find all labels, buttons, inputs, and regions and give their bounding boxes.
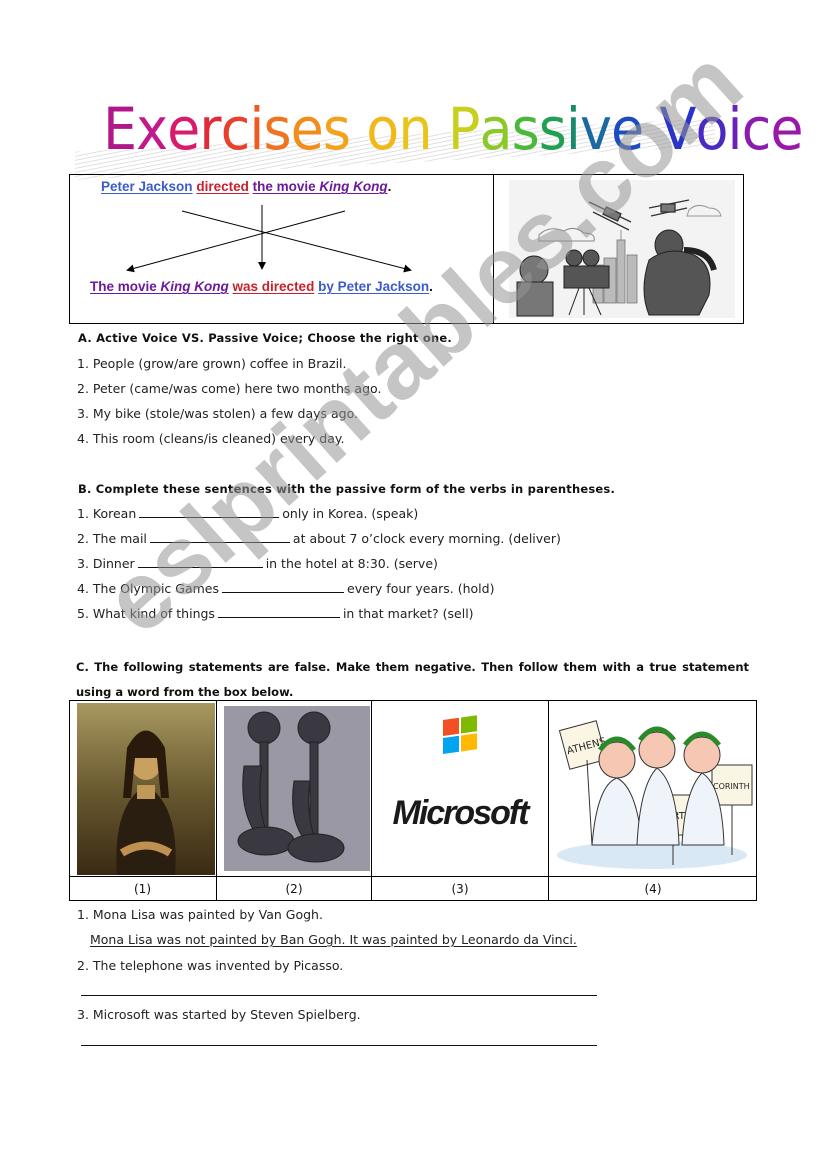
- title-letter: x: [136, 95, 168, 163]
- answer-blank[interactable]: [222, 581, 344, 593]
- answer-blank[interactable]: [217, 606, 340, 618]
- title-letter: E: [103, 95, 137, 163]
- microsoft-logo-image: Microsoft: [373, 702, 547, 874]
- table-divider: [371, 700, 372, 901]
- active-verb: directed: [196, 179, 249, 194]
- section-c-statement: 3. Microsoft was started by Steven Spiel…: [77, 1007, 361, 1022]
- title-letter: [643, 89, 659, 169]
- active-sentence: Peter Jackson directed the movie King Ko…: [101, 179, 391, 194]
- title-text: Exercises on Passive Voice: [103, 89, 804, 169]
- arrow-left: [126, 210, 346, 273]
- table-divider: [548, 700, 549, 901]
- title-letter: i: [727, 95, 743, 163]
- answer-line[interactable]: [81, 995, 597, 996]
- mona-lisa-image: [77, 703, 215, 875]
- section-b-item: 4. The Olympic Games every four years. (h…: [77, 581, 494, 596]
- section-c-example-answer: Mona Lisa was not painted by Ban Gogh. I…: [90, 932, 577, 947]
- title-letter: s: [511, 95, 540, 163]
- section-a-item: 2. Peter (came/was come) here two months…: [77, 381, 382, 396]
- picture-caption: (4): [644, 882, 662, 896]
- item-suffix: in the hotel at 8:30. (serve): [265, 556, 438, 571]
- item-suffix: only in Korea. (speak): [282, 506, 419, 521]
- answer-line[interactable]: [81, 1045, 597, 1046]
- active-subject: Peter Jackson: [101, 179, 193, 194]
- title-letter: n: [398, 95, 432, 163]
- section-c-statement: 2. The telephone was invented by Picasso…: [77, 958, 344, 973]
- item-prefix: 3. Dinner: [77, 556, 135, 571]
- section-b-heading: B. Complete these sentences with the pas…: [78, 482, 616, 496]
- section-a-heading: A. Active Voice VS. Passive Voice; Choos…: [78, 331, 452, 345]
- answer-blank[interactable]: [149, 531, 290, 543]
- title-letter: c: [741, 95, 772, 163]
- title-letter: s: [322, 95, 351, 163]
- active-object-title: King Kong: [319, 179, 388, 194]
- item-suffix: every four years. (hold): [347, 581, 495, 596]
- title-letter: a: [479, 95, 512, 163]
- title-letter: s: [263, 95, 291, 163]
- title-letter: i: [249, 95, 264, 163]
- section-b-item: 2. The mail at about 7 o’clock every morn…: [77, 531, 561, 546]
- item-prefix: 4. The Olympic Games: [77, 581, 219, 596]
- table-divider: [216, 700, 217, 901]
- section-a-item: 4. This room (cleans/is cleaned) every d…: [77, 431, 345, 446]
- example-divider: [493, 174, 494, 324]
- title-letter: P: [447, 95, 481, 163]
- picture-caption: (2): [285, 882, 303, 896]
- active-object: the movie King Kong: [253, 179, 388, 194]
- title-letter: e: [770, 95, 803, 163]
- title-letter: e: [610, 95, 644, 163]
- transformation-arrows: [126, 205, 412, 273]
- title-letter: [350, 89, 366, 169]
- title-letter: V: [659, 95, 696, 163]
- arrow-right: [181, 210, 412, 273]
- active-object-prefix: the movie: [252, 179, 320, 194]
- title-letter: i: [565, 95, 581, 163]
- title-letter: o: [695, 95, 728, 163]
- section-b-item: 1. Korean only in Korea. (speak): [77, 506, 418, 521]
- passive-end: .: [429, 279, 433, 294]
- worksheet-title: Exercises on Passive Voice: [75, 95, 804, 180]
- passive-sentence: The movie King Kong was directed by Pete…: [90, 279, 433, 294]
- title-letter: [432, 89, 448, 169]
- section-c-heading: C. The following statements are false. M…: [76, 660, 749, 699]
- item-prefix: 1. Korean: [77, 506, 137, 521]
- section-c-statement: 1. Mona Lisa was painted by Van Gogh.: [77, 907, 323, 922]
- passive-subject-title: King Kong: [160, 279, 229, 294]
- passive-subject: The movie King Kong: [90, 279, 229, 294]
- item-suffix: at about 7 o’clock every morning. (deliv…: [292, 531, 561, 546]
- table-divider: [69, 876, 757, 877]
- section-a-item: 3. My bike (stole/was stolen) a few days…: [77, 406, 358, 421]
- passive-agent: by Peter Jackson: [318, 279, 430, 294]
- answer-blank[interactable]: [137, 556, 263, 568]
- picture-caption: (1): [134, 882, 151, 896]
- telephone-image: [224, 706, 370, 871]
- title-letter: v: [580, 95, 612, 163]
- answer-blank[interactable]: [139, 506, 280, 518]
- active-end: .: [387, 179, 392, 194]
- section-a-item: 1. People (grow/are grown) coffee in Bra…: [77, 356, 347, 371]
- king-kong-image: [509, 180, 735, 318]
- greek-cities-image: ATHENS SPARTA CORINTH: [552, 705, 754, 873]
- sign-corinth: CORINTH: [713, 782, 750, 791]
- title-letter: e: [167, 95, 200, 163]
- title-letter: s: [538, 95, 567, 163]
- windows-flag-icon: [443, 715, 477, 754]
- section-b-item: 5. What kind of things in that market? (s…: [77, 606, 474, 621]
- item-prefix: 2. The mail: [77, 531, 147, 546]
- title-letter: o: [366, 95, 399, 163]
- passive-subject-prefix: The movie: [90, 279, 161, 294]
- item-prefix: 5. What kind of things: [77, 606, 215, 621]
- title-letter: c: [220, 95, 251, 163]
- microsoft-wordmark: Microsoft: [393, 794, 532, 832]
- passive-verb: was directed: [232, 279, 315, 294]
- section-b-item: 3. Dinner in the hotel at 8:30. (serve): [77, 556, 438, 571]
- title-letter: e: [290, 95, 324, 163]
- title-letter: r: [199, 95, 221, 163]
- picture-caption: (3): [451, 882, 469, 896]
- item-suffix: in that market? (sell): [342, 606, 474, 621]
